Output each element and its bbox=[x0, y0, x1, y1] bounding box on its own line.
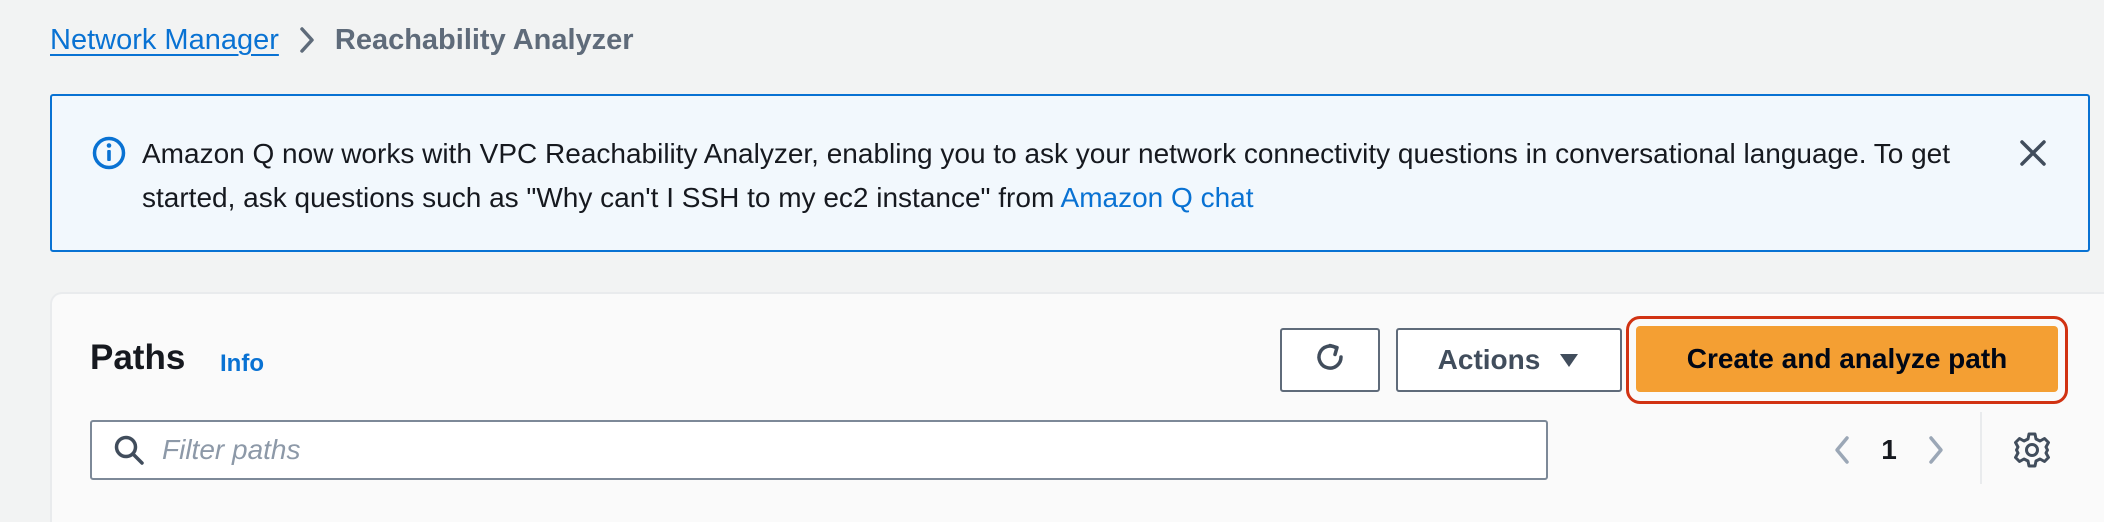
previous-page-icon[interactable] bbox=[1822, 430, 1862, 470]
actions-dropdown-button[interactable]: Actions bbox=[1396, 328, 1622, 392]
next-page-icon[interactable] bbox=[1916, 430, 1956, 470]
paths-title: Paths bbox=[90, 338, 186, 377]
amazon-q-chat-link[interactable]: Amazon Q chat bbox=[1061, 182, 1254, 213]
breadcrumb-network-manager[interactable]: Network Manager bbox=[50, 24, 279, 57]
refresh-button[interactable] bbox=[1280, 328, 1380, 392]
gear-icon[interactable] bbox=[2012, 430, 2052, 470]
info-circle-icon bbox=[92, 136, 126, 170]
caret-down-icon bbox=[1558, 344, 1580, 376]
pagination: 1 bbox=[1822, 422, 1956, 478]
refresh-icon bbox=[1310, 337, 1350, 384]
breadcrumb: Network Manager Reachability Analyzer bbox=[50, 18, 634, 62]
flashbar-message-text: Amazon Q now works with VPC Reachability… bbox=[142, 138, 1951, 213]
actions-label: Actions bbox=[1437, 344, 1541, 375]
close-icon[interactable] bbox=[2016, 136, 2050, 170]
divider bbox=[1980, 412, 1982, 484]
create-and-analyze-path-button[interactable]: Create and analyze path bbox=[1636, 326, 2058, 392]
search-icon bbox=[112, 433, 146, 467]
breadcrumb-reachability-analyzer: Reachability Analyzer bbox=[334, 23, 634, 56]
info-flashbar: Amazon Q now works with VPC Reachability… bbox=[50, 94, 2090, 252]
paths-info-link[interactable]: Info bbox=[220, 350, 264, 378]
paths-panel: Paths Info Actions Create and analyze pa… bbox=[50, 292, 2104, 522]
flashbar-message: Amazon Q now works with VPC Reachability… bbox=[142, 132, 2022, 220]
filter-paths-search[interactable] bbox=[90, 420, 1548, 480]
chevron-right-icon bbox=[279, 25, 335, 55]
page-number[interactable]: 1 bbox=[1862, 434, 1916, 466]
filter-paths-input[interactable] bbox=[162, 434, 1546, 466]
